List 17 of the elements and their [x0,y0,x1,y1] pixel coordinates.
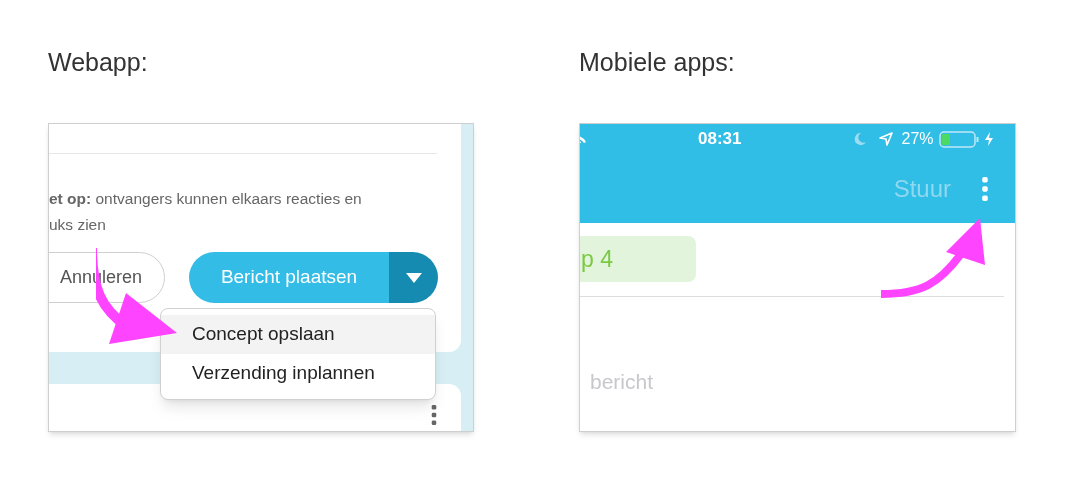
group-chip-text: p 4 [581,244,613,274]
status-time: 08:31 [698,128,742,151]
more-icon[interactable] [431,405,437,425]
battery-percentage: 27% [901,129,934,149]
section-heading: Webapp: [48,47,149,78]
section-heading: Mobiele apps: [579,47,736,78]
battery-icon [938,130,979,148]
arrow-icon [881,218,986,300]
menu-item[interactable]: Verzending inplannen [161,354,435,393]
location-icon [879,132,894,146]
notice-text: et op: ontvangers kunnen elkaars reacties en [49,189,362,209]
moon-icon [853,132,868,146]
dropdown-button[interactable] [389,252,438,303]
notice-text: uks zien [49,215,106,235]
caret-icon [405,272,422,283]
menu-item[interactable]: Concept opslaan [161,315,435,354]
charging-icon [984,132,993,146]
